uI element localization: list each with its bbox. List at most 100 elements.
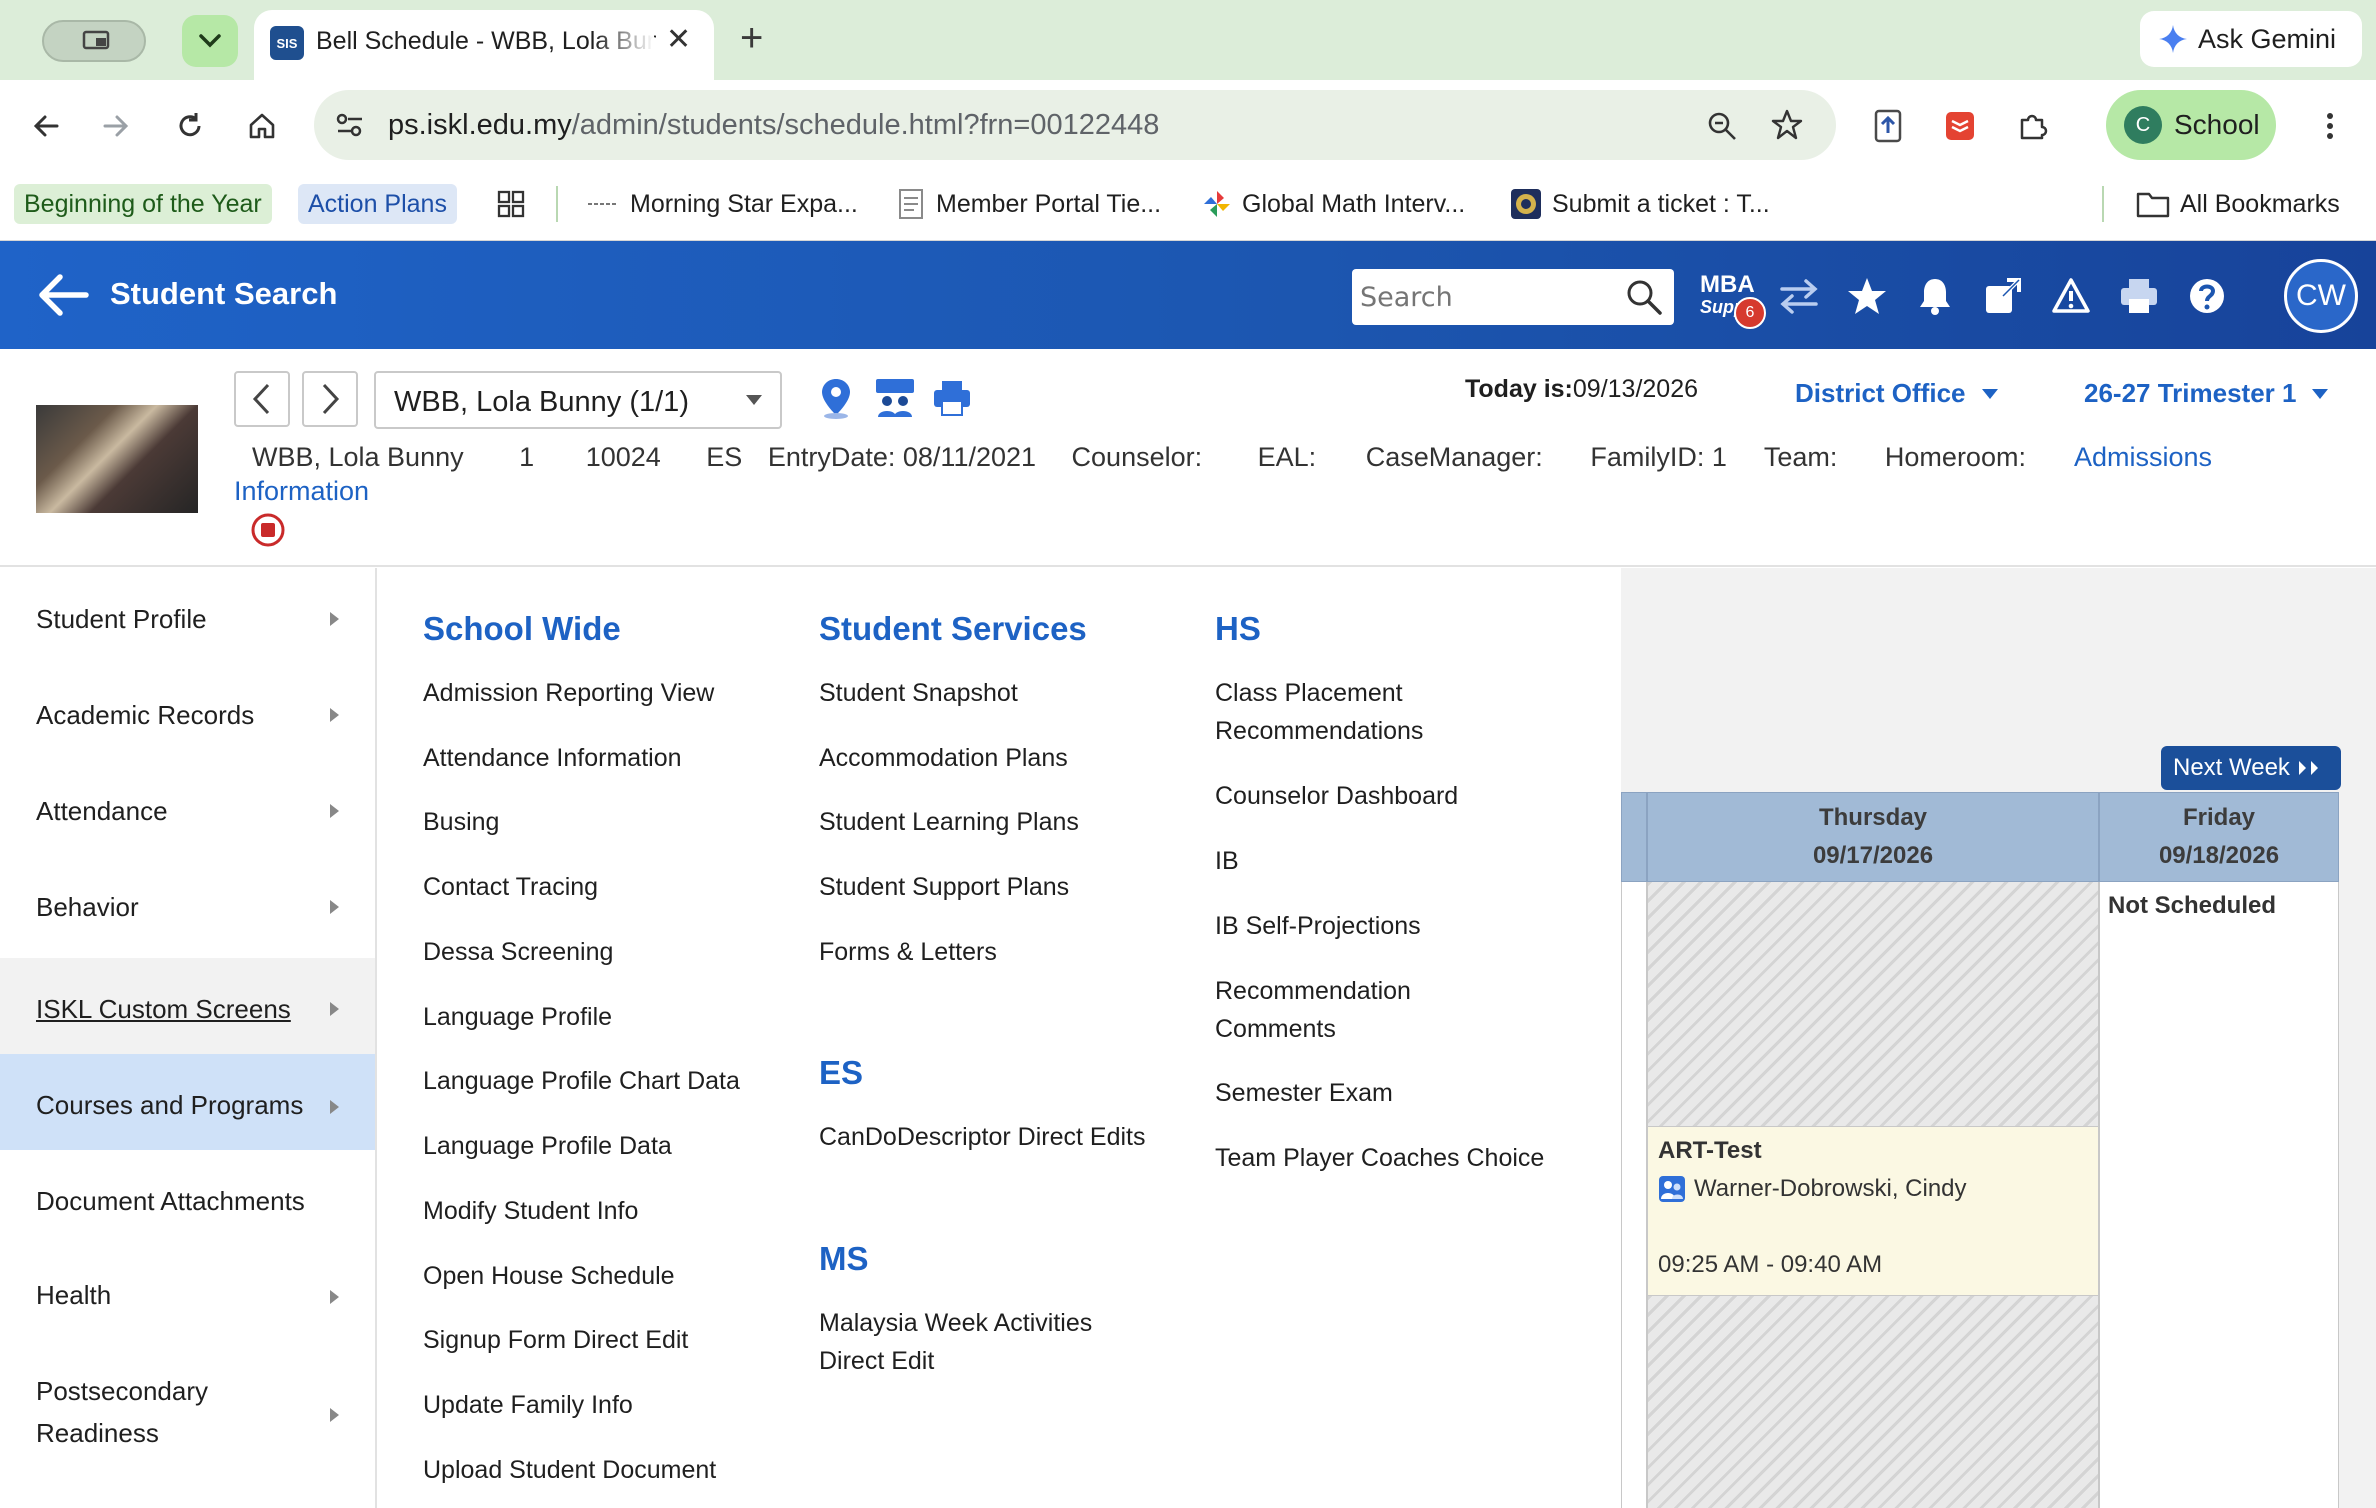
close-icon[interactable]: ✕ [666, 22, 691, 57]
menu-item-accommodation-plans[interactable]: Accommodation Plans [819, 739, 1199, 777]
menu-item-modify-student-info[interactable]: Modify Student Info [423, 1192, 803, 1230]
menu-item-student-snapshot[interactable]: Student Snapshot [819, 674, 1199, 712]
schedule-block-art-test[interactable]: ART-Test Warner-Dobrowski, Cindy 09:25 A… [1647, 1126, 2099, 1296]
help-question-icon[interactable] [2182, 271, 2232, 321]
menu-item-update-family-info[interactable]: Update Family Info [423, 1386, 803, 1424]
external-link-icon[interactable] [1978, 271, 2028, 321]
menu-item-language-profile-data[interactable]: Language Profile Data [423, 1127, 803, 1165]
profile-button[interactable]: C School [2106, 90, 2276, 160]
case-manager-label: CaseManager: [1365, 442, 1543, 472]
sidebar-item-postsecondary-readiness[interactable]: Postsecondary Readiness [0, 1342, 375, 1472]
printer-icon[interactable] [2114, 271, 2164, 321]
menu-item-contact-tracing[interactable]: Contact Tracing [423, 868, 803, 906]
tab-search-control[interactable] [42, 20, 146, 62]
notifications-bell-icon[interactable] [1910, 271, 1960, 321]
menu-item-class-placement-recommendations[interactable]: Class Placement Recommendations [1215, 674, 1595, 750]
back-arrow-icon[interactable] [36, 271, 90, 319]
zoom-icon[interactable] [1706, 110, 1738, 142]
search-input[interactable] [1360, 277, 1610, 317]
extension-todoist-icon[interactable] [1936, 102, 1984, 150]
all-bookmarks-button[interactable]: All Bookmarks [2136, 184, 2340, 224]
student-grade: 1 [519, 442, 535, 472]
term-dropdown[interactable]: 26-27 Trimester 1 [2084, 378, 2330, 409]
reload-icon[interactable] [166, 102, 214, 150]
next-week-button[interactable]: Next Week [2161, 746, 2341, 790]
switch-arrows-icon[interactable] [1774, 271, 1824, 321]
sidebar-item-academic-records[interactable]: Academic Records [0, 664, 375, 760]
courses-programs-menu: School Wide Admission Reporting View Att… [379, 568, 1621, 1508]
bookmark-morning-star[interactable]: Morning Star Expa... [586, 184, 858, 224]
menu-item-student-learning-plans[interactable]: Student Learning Plans [819, 803, 1199, 841]
menu-item-team-player-coaches-choice[interactable]: Team Player Coaches Choice [1215, 1139, 1595, 1177]
menu-item-open-house-schedule[interactable]: Open House Schedule [423, 1257, 803, 1295]
extension-upload-icon[interactable] [1864, 102, 1912, 150]
bookmark-global-math[interactable]: Global Math Interv... [1202, 184, 1465, 224]
bookmark-member-portal[interactable]: Member Portal Tie... [896, 184, 1161, 224]
double-caret-right-icon [2298, 761, 2318, 775]
menu-item-dessa-screening[interactable]: Dessa Screening [423, 933, 803, 971]
kebab-menu-icon[interactable] [2306, 102, 2354, 150]
warning-triangle-icon[interactable] [2046, 271, 2096, 321]
address-bar[interactable]: ps.iskl.edu.my/admin/students/schedule.h… [314, 90, 1836, 160]
menu-item-upload-student-document[interactable]: Upload Student Document [423, 1451, 803, 1489]
school-dropdown[interactable]: District Office [1795, 378, 2000, 409]
menu-item-malaysia-week-activities[interactable]: Malaysia Week Activities Direct Edit [819, 1304, 1199, 1380]
bookmark-action-plans[interactable]: Action Plans [298, 184, 457, 224]
admissions-information-link[interactable]: Information [234, 476, 369, 507]
chevron-down-icon[interactable] [182, 15, 238, 67]
menu-item-counselor-dashboard[interactable]: Counselor Dashboard [1215, 777, 1595, 815]
sidebar-item-iskl-custom-screens[interactable]: ISKL Custom Screens [0, 958, 375, 1054]
sidebar-item-behavior[interactable]: Behavior [0, 856, 375, 952]
map-pin-icon[interactable] [818, 377, 854, 419]
sidebar-item-document-attachments[interactable]: Document Attachments [0, 1150, 375, 1246]
student-number: 10024 [585, 442, 661, 472]
new-tab-button[interactable]: + [740, 16, 763, 60]
menu-item-ib-self-projections[interactable]: IB Self-Projections [1215, 907, 1595, 945]
tab-bell-schedule[interactable]: SIS Bell Schedule - WBB, Lola Bunny ✕ [254, 10, 714, 80]
url-text[interactable]: ps.iskl.edu.my/admin/students/schedule.h… [388, 109, 1159, 142]
menu-item-attendance-information[interactable]: Attendance Information [423, 739, 803, 777]
alert-stop-icon[interactable] [250, 512, 286, 548]
sidebar-item-student-profile[interactable]: Student Profile [0, 568, 375, 664]
back-arrow-icon[interactable] [22, 102, 70, 150]
next-student-button[interactable] [302, 371, 358, 427]
menu-item-student-support-plans[interactable]: Student Support Plans [819, 868, 1199, 906]
sidebar-item-attendance[interactable]: Attendance [0, 760, 375, 856]
site-settings-icon[interactable] [334, 110, 366, 140]
home-icon[interactable] [238, 102, 286, 150]
caret-down-icon [1981, 388, 1998, 399]
forward-arrow-icon[interactable] [92, 102, 140, 150]
sis-favicon-icon: SIS [270, 26, 304, 60]
sidebar-item-courses-and-programs[interactable]: Courses and Programs [0, 1054, 375, 1150]
menu-item-recommendation-comments[interactable]: Recommendation Comments [1215, 972, 1595, 1048]
caret-right-icon [330, 1002, 339, 1016]
menu-item-language-profile[interactable]: Language Profile [423, 998, 803, 1036]
student-selector[interactable]: WBB, Lola Bunny (1/1) [374, 371, 782, 429]
extensions-puzzle-icon[interactable] [2008, 102, 2056, 150]
menu-item-semester-exam[interactable]: Semester Exam [1215, 1074, 1595, 1112]
menu-heading-ms: MS [819, 1240, 869, 1277]
menu-item-ib[interactable]: IB [1215, 842, 1595, 880]
ask-gemini-button[interactable]: Ask Gemini [2140, 11, 2362, 67]
family-group-icon[interactable] [874, 377, 916, 419]
search-icon[interactable] [1624, 277, 1664, 317]
sidebar-item-health[interactable]: Health [0, 1246, 375, 1342]
menu-item-signup-form-direct-edit[interactable]: Signup Form Direct Edit [423, 1321, 803, 1359]
bookmark-submit-ticket[interactable]: Submit a ticket : T... [1510, 184, 1770, 224]
bookmark-beginning-of-year[interactable]: Beginning of the Year [14, 184, 272, 224]
menu-item-candodescriptor-direct-edits[interactable]: CanDoDescriptor Direct Edits [819, 1118, 1199, 1156]
student-search-link[interactable]: Student Search [110, 276, 337, 312]
menu-item-busing[interactable]: Busing [423, 803, 803, 841]
bookmark-star-icon[interactable] [1770, 108, 1804, 142]
favorites-star-icon[interactable] [1842, 271, 1892, 321]
menu-item-language-profile-chart-data[interactable]: Language Profile Chart Data [423, 1062, 803, 1100]
user-avatar[interactable]: CW [2284, 259, 2358, 333]
previous-student-button[interactable] [234, 371, 290, 427]
admissions-link[interactable]: Admissions [2074, 442, 2212, 472]
menu-heading-es: ES [819, 1054, 864, 1091]
notification-count-badge: 6 [1734, 297, 1766, 329]
menu-item-forms-letters[interactable]: Forms & Letters [819, 933, 1199, 971]
menu-item-admission-reporting-view[interactable]: Admission Reporting View [423, 674, 803, 712]
apps-grid-icon[interactable] [496, 184, 526, 224]
print-student-icon[interactable] [932, 379, 972, 417]
